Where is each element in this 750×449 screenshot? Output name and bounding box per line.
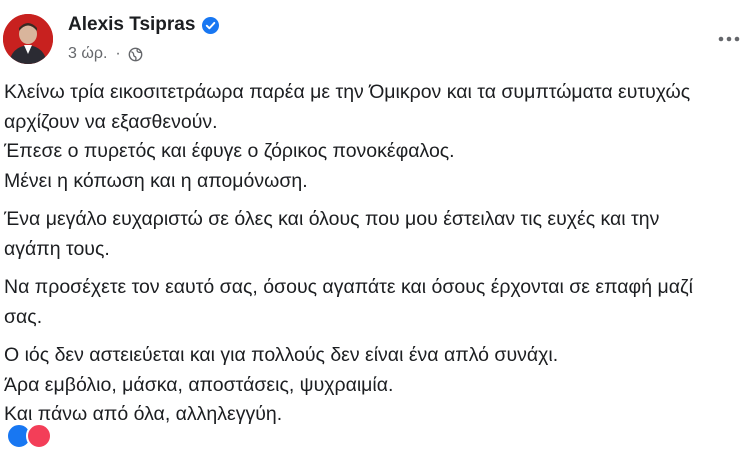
post-text-line: αγάπη τους. — [4, 237, 110, 260]
post-text-line: Έπεσε ο πυρετός και έφυγε ο ζόρικος πονο… — [4, 140, 455, 162]
post-text-line: σας. — [4, 305, 43, 328]
post-body: Κλείνω τρία εικοσιτετράωρα παρέα με την … — [4, 78, 734, 439]
post-text-line: Να προσέχετε τον εαυτό σας, όσους αγαπάτ… — [4, 276, 693, 298]
reaction-summary[interactable] — [6, 423, 52, 449]
post-text-line: Ο ιός δεν αστειεύεται και για πολλούς δε… — [4, 344, 559, 366]
meta-separator: · — [115, 45, 121, 62]
post-meta: 3 ώρ. · — [68, 45, 143, 63]
post-text-line: Ένα μεγάλο ευχαριστώ σε όλες και όλους π… — [4, 208, 660, 230]
post-text-line: αρχίζουν να εξασθενούν. — [4, 110, 218, 133]
post-timestamp[interactable]: 3 ώρ. — [68, 45, 107, 63]
post-paragraph: Ένα μεγάλο ευχαριστώ σε όλες και όλους π… — [4, 205, 734, 264]
post-text-line: Άρα εμβόλιο, μάσκα, αποστάσεις, ψυχραιμί… — [4, 373, 394, 396]
post-paragraph: Κλείνω τρία εικοσιτετράωρα παρέα με την … — [4, 78, 734, 196]
avatar-portrait-icon — [3, 14, 53, 64]
post-text-line: Μένει η κόπωση και η απομόνωση. — [4, 169, 308, 192]
globe-icon[interactable] — [128, 47, 143, 62]
post-paragraph: Ο ιός δεν αστειεύεται και για πολλούς δε… — [4, 341, 734, 430]
post-header: Alexis Tsipras 3 ώρ. · — [0, 0, 750, 72]
love-reaction-icon — [26, 423, 52, 449]
avatar[interactable] — [3, 14, 53, 64]
post-text-line: Και πάνω από όλα, αλληλεγγύη. — [4, 403, 283, 425]
post-text-line: Κλείνω τρία εικοσιτετράωρα παρέα με την … — [4, 81, 691, 103]
more-options-button[interactable] — [712, 22, 746, 56]
verified-badge-icon — [202, 16, 220, 34]
author-name[interactable]: Alexis Tsipras — [68, 14, 195, 36]
post-paragraph: Να προσέχετε τον εαυτό σας, όσους αγαπάτ… — [4, 273, 734, 332]
more-options-icon — [718, 36, 740, 42]
author-row: Alexis Tsipras — [68, 14, 220, 36]
